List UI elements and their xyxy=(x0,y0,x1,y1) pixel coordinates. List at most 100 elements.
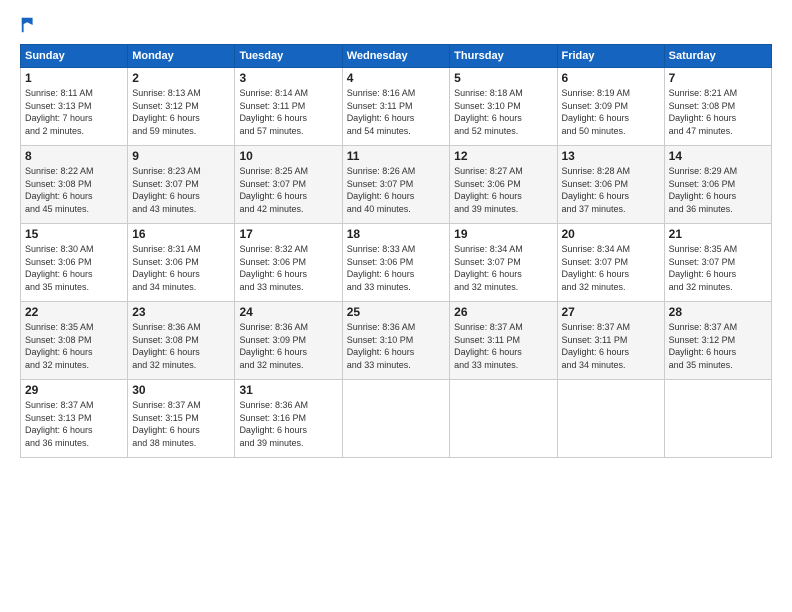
day-number: 7 xyxy=(669,71,767,85)
calendar-cell: 24Sunrise: 8:36 AM Sunset: 3:09 PM Dayli… xyxy=(235,302,342,380)
day-number: 17 xyxy=(239,227,337,241)
calendar-cell xyxy=(557,380,664,458)
calendar-cell: 12 Sunrise: 8:27 AM Sunset: 3:06 PM Dayli… xyxy=(450,146,557,224)
day-info: Sunrise: 8:13 AM Sunset: 3:12 PM Dayligh… xyxy=(132,87,230,137)
day-number: 27 xyxy=(562,305,660,319)
calendar-cell: 14 Sunrise: 8:29 AM Sunset: 3:06 PM Dayli… xyxy=(664,146,771,224)
calendar-cell: 13 Sunrise: 8:28 AM Sunset: 3:06 PM Dayli… xyxy=(557,146,664,224)
day-info: Sunrise: 8:33 AM Sunset: 3:06 PM Dayligh… xyxy=(347,243,445,293)
calendar-cell: 4Sunrise: 8:16 AM Sunset: 3:11 PM Daylig… xyxy=(342,68,449,146)
day-number: 28 xyxy=(669,305,767,319)
day-number: 13 xyxy=(562,149,660,163)
calendar-cell: 19Sunrise: 8:34 AM Sunset: 3:07 PM Dayli… xyxy=(450,224,557,302)
calendar-cell: 15 Sunrise: 8:30 AM Sunset: 3:06 PM Dayli… xyxy=(21,224,128,302)
day-info: Sunrise: 8:35 AM Sunset: 3:07 PM Dayligh… xyxy=(669,243,767,293)
days-of-week-row: SundayMondayTuesdayWednesdayThursdayFrid… xyxy=(21,45,772,68)
day-info: Sunrise: 8:37 AM Sunset: 3:11 PM Dayligh… xyxy=(562,321,660,371)
day-header-friday: Friday xyxy=(557,45,664,68)
calendar-cell: 16 Sunrise: 8:31 AM Sunset: 3:06 PM Dayli… xyxy=(128,224,235,302)
day-info: Sunrise: 8:36 AM Sunset: 3:10 PM Dayligh… xyxy=(347,321,445,371)
day-info: Sunrise: 8:37 AM Sunset: 3:11 PM Dayligh… xyxy=(454,321,552,371)
day-number: 10 xyxy=(239,149,337,163)
calendar-cell: 8 Sunrise: 8:22 AM Sunset: 3:08 PM Daylig… xyxy=(21,146,128,224)
day-info: Sunrise: 8:19 AM Sunset: 3:09 PM Dayligh… xyxy=(562,87,660,137)
calendar-cell: 6 Sunrise: 8:19 AM Sunset: 3:09 PM Daylig… xyxy=(557,68,664,146)
day-info: Sunrise: 8:16 AM Sunset: 3:11 PM Dayligh… xyxy=(347,87,445,137)
day-info: Sunrise: 8:31 AM Sunset: 3:06 PM Dayligh… xyxy=(132,243,230,293)
calendar-cell: 17 Sunrise: 8:32 AM Sunset: 3:06 PM Dayli… xyxy=(235,224,342,302)
day-number: 25 xyxy=(347,305,445,319)
day-info: Sunrise: 8:35 AM Sunset: 3:08 PM Dayligh… xyxy=(25,321,123,371)
day-info: Sunrise: 8:27 AM Sunset: 3:06 PM Dayligh… xyxy=(454,165,552,215)
day-info: Sunrise: 8:34 AM Sunset: 3:07 PM Dayligh… xyxy=(454,243,552,293)
calendar-cell xyxy=(450,380,557,458)
day-info: Sunrise: 8:23 AM Sunset: 3:07 PM Dayligh… xyxy=(132,165,230,215)
day-header-wednesday: Wednesday xyxy=(342,45,449,68)
day-number: 30 xyxy=(132,383,230,397)
header xyxy=(20,16,772,34)
day-info: Sunrise: 8:37 AM Sunset: 3:13 PM Dayligh… xyxy=(25,399,123,449)
day-info: Sunrise: 8:21 AM Sunset: 3:08 PM Dayligh… xyxy=(669,87,767,137)
day-info: Sunrise: 8:28 AM Sunset: 3:06 PM Dayligh… xyxy=(562,165,660,215)
calendar-cell: 27 Sunrise: 8:37 AM Sunset: 3:11 PM Dayli… xyxy=(557,302,664,380)
day-info: Sunrise: 8:32 AM Sunset: 3:06 PM Dayligh… xyxy=(239,243,337,293)
day-info: Sunrise: 8:37 AM Sunset: 3:15 PM Dayligh… xyxy=(132,399,230,449)
calendar-cell: 1Sunrise: 8:11 AM Sunset: 3:13 PM Daylig… xyxy=(21,68,128,146)
day-header-tuesday: Tuesday xyxy=(235,45,342,68)
calendar-cell: 25 Sunrise: 8:36 AM Sunset: 3:10 PM Dayli… xyxy=(342,302,449,380)
day-info: Sunrise: 8:22 AM Sunset: 3:08 PM Dayligh… xyxy=(25,165,123,215)
day-number: 6 xyxy=(562,71,660,85)
calendar-cell: 18 Sunrise: 8:33 AM Sunset: 3:06 PM Dayli… xyxy=(342,224,449,302)
day-number: 12 xyxy=(454,149,552,163)
week-row-3: 15 Sunrise: 8:30 AM Sunset: 3:06 PM Dayli… xyxy=(21,224,772,302)
day-number: 9 xyxy=(132,149,230,163)
page: SundayMondayTuesdayWednesdayThursdayFrid… xyxy=(0,0,792,612)
day-number: 14 xyxy=(669,149,767,163)
day-number: 31 xyxy=(239,383,337,397)
day-number: 2 xyxy=(132,71,230,85)
day-number: 3 xyxy=(239,71,337,85)
day-number: 5 xyxy=(454,71,552,85)
day-info: Sunrise: 8:14 AM Sunset: 3:11 PM Dayligh… xyxy=(239,87,337,137)
calendar-cell: 7 Sunrise: 8:21 AM Sunset: 3:08 PM Daylig… xyxy=(664,68,771,146)
day-header-sunday: Sunday xyxy=(21,45,128,68)
calendar-cell: 28 Sunrise: 8:37 AM Sunset: 3:12 PM Dayli… xyxy=(664,302,771,380)
day-number: 15 xyxy=(25,227,123,241)
day-info: Sunrise: 8:36 AM Sunset: 3:16 PM Dayligh… xyxy=(239,399,337,449)
day-header-monday: Monday xyxy=(128,45,235,68)
day-header-thursday: Thursday xyxy=(450,45,557,68)
calendar-cell: 31 Sunrise: 8:36 AM Sunset: 3:16 PM Dayli… xyxy=(235,380,342,458)
day-number: 11 xyxy=(347,149,445,163)
week-row-4: 22Sunrise: 8:35 AM Sunset: 3:08 PM Dayli… xyxy=(21,302,772,380)
day-info: Sunrise: 8:30 AM Sunset: 3:06 PM Dayligh… xyxy=(25,243,123,293)
calendar-cell: 26 Sunrise: 8:37 AM Sunset: 3:11 PM Dayli… xyxy=(450,302,557,380)
day-number: 8 xyxy=(25,149,123,163)
day-info: Sunrise: 8:18 AM Sunset: 3:10 PM Dayligh… xyxy=(454,87,552,137)
calendar-table: SundayMondayTuesdayWednesdayThursdayFrid… xyxy=(20,44,772,458)
calendar-cell: 10 Sunrise: 8:25 AM Sunset: 3:07 PM Dayli… xyxy=(235,146,342,224)
week-row-5: 29 Sunrise: 8:37 AM Sunset: 3:13 PM Dayli… xyxy=(21,380,772,458)
calendar-cell xyxy=(664,380,771,458)
calendar-cell: 2 Sunrise: 8:13 AM Sunset: 3:12 PM Daylig… xyxy=(128,68,235,146)
day-info: Sunrise: 8:36 AM Sunset: 3:08 PM Dayligh… xyxy=(132,321,230,371)
day-number: 18 xyxy=(347,227,445,241)
day-number: 26 xyxy=(454,305,552,319)
calendar-cell: 11Sunrise: 8:26 AM Sunset: 3:07 PM Dayli… xyxy=(342,146,449,224)
calendar-cell: 20 Sunrise: 8:34 AM Sunset: 3:07 PM Dayli… xyxy=(557,224,664,302)
day-info: Sunrise: 8:34 AM Sunset: 3:07 PM Dayligh… xyxy=(562,243,660,293)
calendar-body: 1Sunrise: 8:11 AM Sunset: 3:13 PM Daylig… xyxy=(21,68,772,458)
day-info: Sunrise: 8:29 AM Sunset: 3:06 PM Dayligh… xyxy=(669,165,767,215)
day-info: Sunrise: 8:25 AM Sunset: 3:07 PM Dayligh… xyxy=(239,165,337,215)
day-number: 20 xyxy=(562,227,660,241)
calendar-cell: 3 Sunrise: 8:14 AM Sunset: 3:11 PM Daylig… xyxy=(235,68,342,146)
calendar-cell: 30 Sunrise: 8:37 AM Sunset: 3:15 PM Dayli… xyxy=(128,380,235,458)
calendar-cell xyxy=(342,380,449,458)
day-info: Sunrise: 8:37 AM Sunset: 3:12 PM Dayligh… xyxy=(669,321,767,371)
calendar-cell: 21Sunrise: 8:35 AM Sunset: 3:07 PM Dayli… xyxy=(664,224,771,302)
day-number: 16 xyxy=(132,227,230,241)
day-number: 1 xyxy=(25,71,123,85)
day-number: 29 xyxy=(25,383,123,397)
week-row-2: 8 Sunrise: 8:22 AM Sunset: 3:08 PM Daylig… xyxy=(21,146,772,224)
logo xyxy=(20,16,40,34)
logo-icon xyxy=(20,16,38,34)
